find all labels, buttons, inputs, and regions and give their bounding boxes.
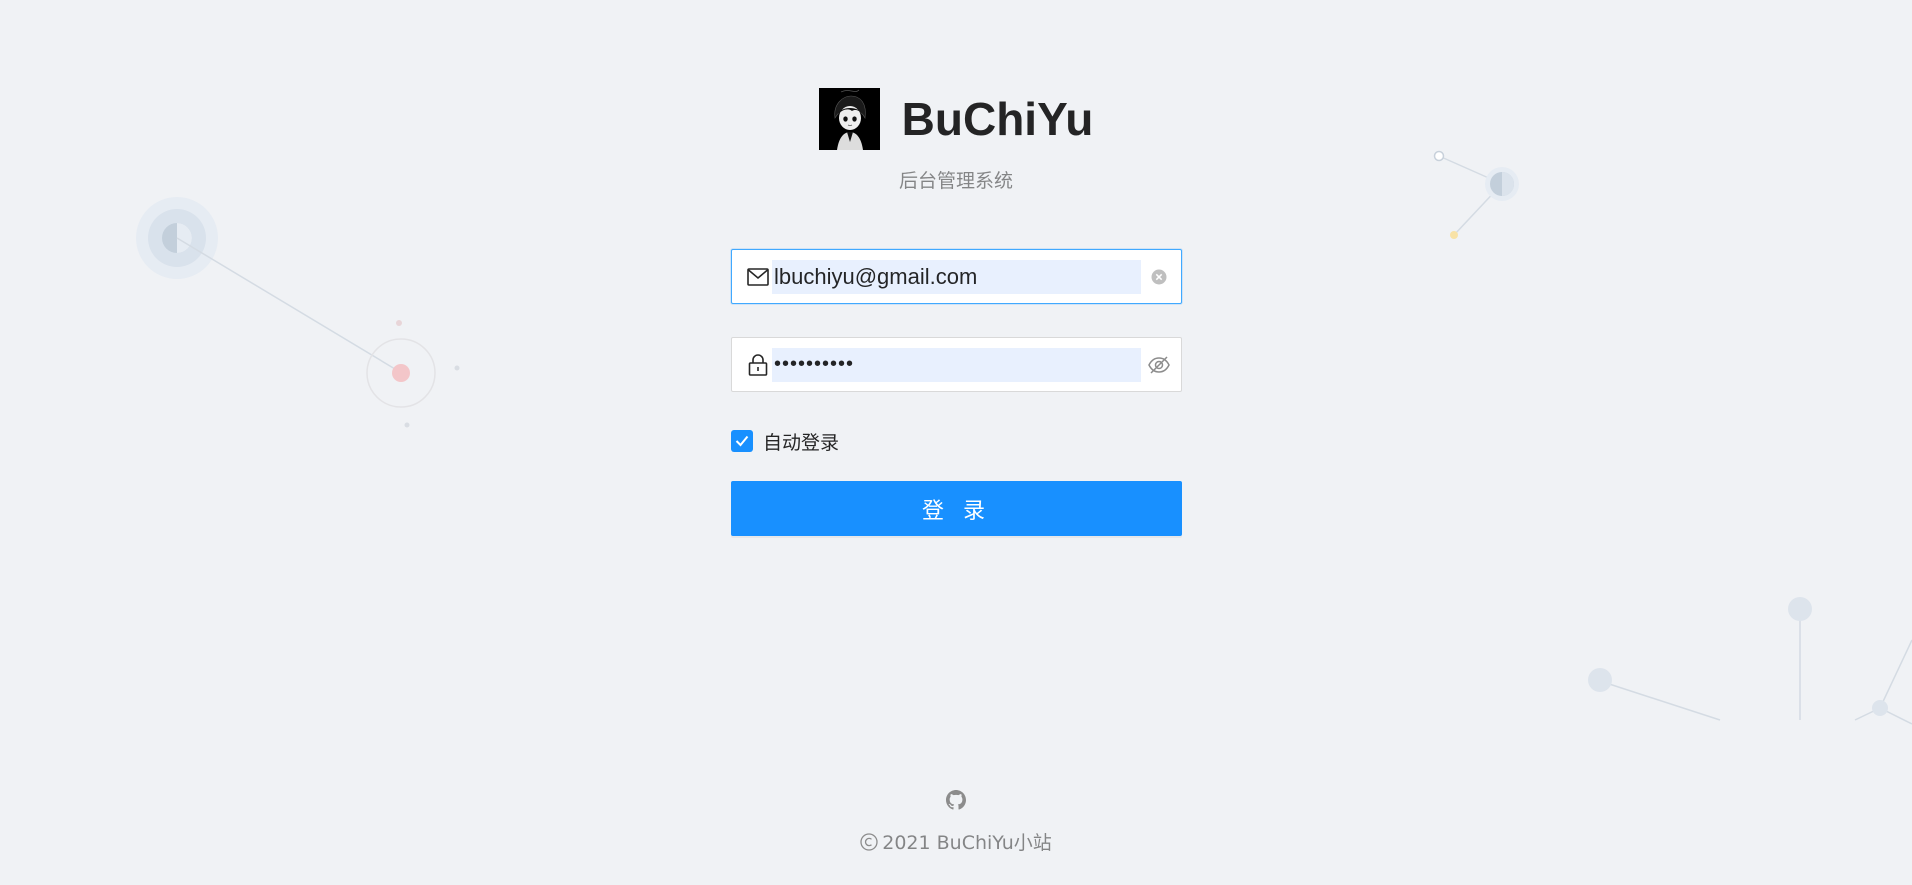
copyright: 2021 BuChiYu小站 — [0, 828, 1912, 855]
password-input[interactable] — [772, 347, 1141, 382]
lock-icon — [746, 353, 770, 377]
top-right-decoration — [1433, 150, 1519, 239]
copyright-text: 2021 BuChiYu小站 — [882, 832, 1052, 854]
remember-me: 自动登录 — [731, 428, 1182, 454]
brand-header: BuChiYu — [0, 88, 1912, 150]
remember-checkbox[interactable] — [731, 430, 753, 452]
login-page: BuChiYu 后台管理系统 lbuchiyu@gmail.com ••••••… — [0, 0, 1912, 885]
remember-label[interactable]: 自动登录 — [763, 428, 839, 455]
app-title: BuChiYu — [901, 93, 1094, 145]
logo-avatar — [818, 88, 880, 150]
email-field[interactable] — [731, 249, 1182, 304]
mail-icon — [746, 265, 770, 289]
checkmark-icon — [735, 435, 749, 447]
login-button[interactable]: 登 录 — [731, 481, 1182, 536]
bottom-right-decoration — [1588, 597, 1912, 725]
password-field[interactable] — [731, 337, 1182, 392]
login-form: 自动登录 登 录 — [731, 249, 1182, 536]
app-subtitle: 后台管理系统 — [898, 170, 1013, 192]
left-decoration — [136, 197, 460, 428]
clear-icon[interactable] — [1147, 265, 1171, 289]
eye-invisible-icon[interactable] — [1147, 353, 1171, 377]
footer: 2021 BuChiYu小站 — [0, 788, 1912, 855]
copyright-icon — [860, 832, 878, 851]
email-input[interactable] — [772, 259, 1141, 294]
github-icon[interactable] — [944, 788, 968, 812]
